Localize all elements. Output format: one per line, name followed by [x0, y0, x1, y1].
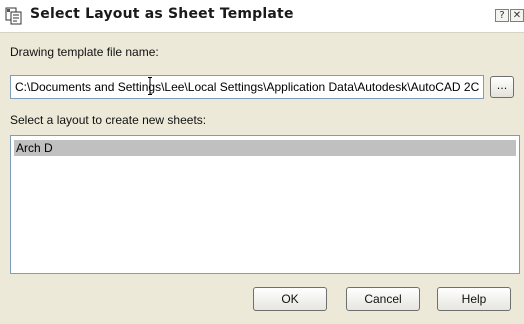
title-bar[interactable]: Select Layout as Sheet Template ? ✕ — [0, 0, 524, 33]
dialog-title: Select Layout as Sheet Template — [30, 6, 294, 22]
layout-list[interactable]: Arch D — [10, 135, 520, 274]
ok-button[interactable]: OK — [253, 287, 327, 311]
cancel-button[interactable]: Cancel — [346, 287, 420, 311]
help-button[interactable]: Help — [437, 287, 511, 311]
layout-list-label: Select a layout to create new sheets: — [10, 113, 207, 127]
close-icon[interactable]: ✕ — [510, 9, 524, 22]
text-cursor-icon — [148, 77, 152, 95]
template-path-field[interactable]: C:\Documents and Settings\Lee\Local Sett… — [10, 75, 484, 99]
template-file-label: Drawing template file name: — [10, 45, 159, 59]
browse-button[interactable]: ... — [490, 76, 514, 98]
sheet-set-icon — [5, 7, 22, 25]
help-icon[interactable]: ? — [495, 9, 509, 22]
select-layout-dialog: Select Layout as Sheet Template ? ✕ Draw… — [0, 0, 524, 324]
list-item-arch-d[interactable]: Arch D — [14, 140, 516, 156]
